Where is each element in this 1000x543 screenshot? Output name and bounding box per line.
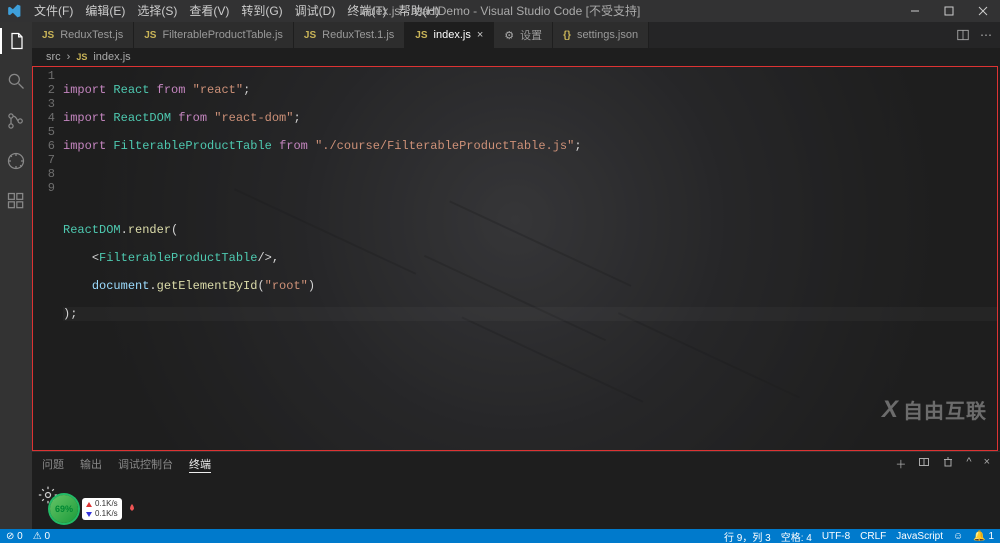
panel-tab-debugconsole[interactable]: 调试控制台: [118, 456, 173, 472]
split-terminal-icon[interactable]: [918, 456, 930, 472]
menu-edit[interactable]: 编辑(E): [79, 0, 131, 22]
tab-reduxtest[interactable]: JSReduxTest.js: [32, 22, 134, 48]
maximize-button[interactable]: [932, 0, 966, 22]
close-panel-icon[interactable]: ×: [984, 456, 990, 472]
status-feedback[interactable]: ☺: [953, 531, 963, 542]
menu-view[interactable]: 查看(V): [183, 0, 235, 22]
status-bar: ⊘ 0 ⚠ 0 行 9，列 3 空格: 4 UTF-8 CRLF JavaScr…: [0, 529, 1000, 543]
status-indent[interactable]: 空格: 4: [781, 529, 812, 543]
status-eol[interactable]: CRLF: [860, 531, 886, 542]
menu-terminal[interactable]: 终端(T): [341, 0, 392, 22]
status-errors[interactable]: ⊘ 0: [6, 531, 23, 542]
activity-bar: [0, 22, 32, 529]
maximize-panel-icon[interactable]: ^: [966, 456, 971, 472]
panel-tab-terminal[interactable]: 终端: [189, 456, 211, 473]
status-language[interactable]: JavaScript: [896, 531, 943, 542]
speed-percent: 69%: [50, 495, 78, 523]
tab-settings[interactable]: ⚙设置: [494, 22, 553, 48]
menu-bar: 文件(F) 编辑(E) 选择(S) 查看(V) 转到(G) 调试(D) 终端(T…: [28, 0, 445, 22]
bottom-panel: 问题 输出 调试控制台 终端 ＋ ^ × 69%: [32, 451, 1000, 529]
gear-icon: ⚙: [504, 29, 514, 42]
close-button[interactable]: [966, 0, 1000, 22]
watermark: X自由互联: [882, 395, 987, 424]
menu-help[interactable]: 帮助(H): [393, 0, 446, 22]
vscode-logo-icon: [0, 0, 28, 22]
kill-terminal-icon[interactable]: [942, 456, 954, 472]
line-gutter: 123456789: [33, 69, 63, 349]
menu-select[interactable]: 选择(S): [131, 0, 183, 22]
new-terminal-icon[interactable]: ＋: [895, 456, 906, 472]
source-control-icon[interactable]: [0, 108, 32, 134]
code-editor[interactable]: 123456789 import React from "react"; imp…: [32, 66, 998, 451]
net-speed-floater[interactable]: 69% 0.1K/s 0.1K/s: [50, 495, 138, 523]
more-actions-icon[interactable]: ⋯: [980, 28, 992, 42]
status-warnings[interactable]: ⚠ 0: [33, 531, 50, 542]
panel-tab-problems[interactable]: 问题: [42, 456, 64, 472]
status-cursor[interactable]: 行 9，列 3: [724, 529, 771, 543]
tab-filterable[interactable]: JSFilterableProductTable.js: [134, 22, 294, 48]
code-lines[interactable]: import React from "react"; import ReactD…: [63, 69, 997, 349]
menu-debug[interactable]: 调试(D): [289, 0, 342, 22]
debug-icon[interactable]: [0, 148, 32, 174]
tab-reduxtest1[interactable]: JSReduxTest.1.js: [294, 22, 405, 48]
editor-tabs: JSReduxTest.js JSFilterableProductTable.…: [32, 22, 1000, 48]
panel-tab-output[interactable]: 输出: [80, 456, 102, 472]
close-icon[interactable]: ×: [477, 29, 483, 41]
explorer-icon[interactable]: [0, 28, 32, 54]
tab-settingsjson[interactable]: {}settings.json: [553, 22, 649, 48]
status-notifications[interactable]: 🔔 1: [973, 531, 994, 542]
menu-file[interactable]: 文件(F): [28, 0, 79, 22]
status-encoding[interactable]: UTF-8: [822, 531, 850, 542]
extensions-icon[interactable]: [0, 188, 32, 214]
minimize-button[interactable]: [898, 0, 932, 22]
speed-values: 0.1K/s 0.1K/s: [82, 498, 122, 520]
title-bar: 文件(F) 编辑(E) 选择(S) 查看(V) 转到(G) 调试(D) 终端(T…: [0, 0, 1000, 22]
menu-goto[interactable]: 转到(G): [235, 0, 288, 22]
rocket-icon: [126, 503, 138, 515]
tab-index[interactable]: JSindex.js×: [405, 22, 494, 48]
breadcrumbs[interactable]: src›JSindex.js: [32, 48, 1000, 66]
split-editor-icon[interactable]: [956, 28, 970, 42]
search-icon[interactable]: [0, 68, 32, 94]
